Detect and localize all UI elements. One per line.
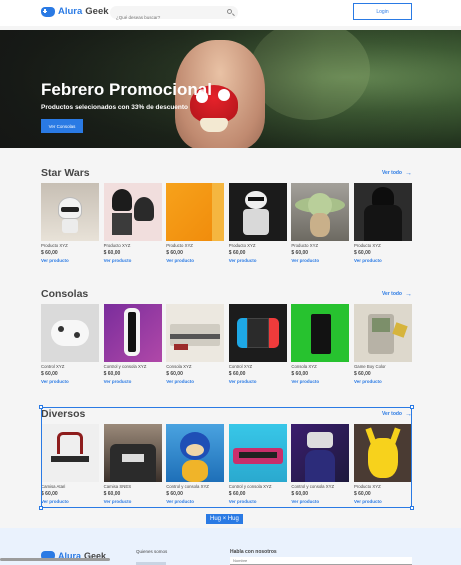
section-title: Star Wars bbox=[41, 167, 90, 179]
product-price: $ 60,00 bbox=[353, 250, 371, 256]
contact-title: Habla con nosotros bbox=[230, 549, 277, 555]
view-product-link[interactable]: Ver producto bbox=[229, 379, 287, 384]
search-input[interactable] bbox=[110, 11, 210, 24]
product-price: $ 60,00 bbox=[103, 371, 121, 377]
product-price: $ 60,00 bbox=[291, 250, 309, 256]
product-card[interactable]: Producto XYZ $ 60,00 Ver producto bbox=[228, 183, 287, 263]
resize-handle[interactable] bbox=[410, 506, 414, 510]
product-card[interactable]: Consola XYZ $ 60,00 Ver producto bbox=[166, 304, 225, 384]
section-title: Consolas bbox=[41, 288, 89, 300]
logo-text-alura: Alura bbox=[58, 6, 83, 17]
see-all-label: Ver todo bbox=[381, 170, 402, 176]
see-all-label: Ver todo bbox=[381, 291, 402, 297]
product-image bbox=[103, 304, 162, 362]
view-product-link[interactable]: Ver producto bbox=[41, 379, 99, 384]
resize-handle[interactable] bbox=[410, 405, 414, 409]
product-card[interactable]: Consola XYZ $ 60,00 Ver producto bbox=[291, 304, 350, 384]
search-bar bbox=[110, 6, 238, 24]
product-image bbox=[291, 304, 350, 362]
resize-handle[interactable] bbox=[39, 405, 43, 409]
product-price: $ 60,00 bbox=[228, 371, 246, 377]
search-icon[interactable] bbox=[227, 9, 232, 14]
login-button[interactable]: Login bbox=[353, 3, 412, 20]
product-image bbox=[166, 304, 225, 362]
product-card[interactable]: Producto XYZ $ 60,00 Ver producto bbox=[41, 183, 99, 263]
view-product-link[interactable]: Ver producto bbox=[104, 379, 162, 384]
ver-consolas-button[interactable]: Ver Consolas bbox=[41, 119, 83, 133]
section-consolas: Consolas Ver todo → Control XYZ $ 60,00 V… bbox=[41, 288, 412, 396]
product-name: Control XYZ bbox=[228, 364, 253, 369]
view-product-link[interactable]: Ver producto bbox=[229, 258, 287, 263]
horizontal-scrollbar[interactable] bbox=[0, 558, 110, 561]
product-name: Producto XYZ bbox=[291, 243, 319, 248]
selection-frame[interactable] bbox=[39, 405, 414, 510]
gamepad-icon bbox=[41, 6, 55, 17]
product-card[interactable]: Control y consola XYZ $ 60,00 Ver produc… bbox=[103, 304, 162, 384]
product-card[interactable]: Game Boy Color $ 60,00 Ver producto bbox=[353, 304, 412, 384]
view-product-link[interactable]: Ver producto bbox=[166, 258, 224, 263]
product-image bbox=[353, 304, 412, 362]
see-all-link[interactable]: Ver todo → bbox=[381, 290, 412, 298]
product-name: Producto XYZ bbox=[353, 243, 381, 248]
product-price: $ 60,00 bbox=[228, 250, 246, 256]
arrow-right-icon: → bbox=[405, 169, 412, 177]
section-star-wars: Star Wars Ver todo → Producto XYZ $ 60,00… bbox=[41, 167, 412, 275]
site-header: Alura Geek Login bbox=[0, 0, 461, 26]
product-price: $ 60,00 bbox=[353, 371, 371, 377]
product-image bbox=[353, 183, 412, 241]
product-image bbox=[166, 183, 225, 241]
product-image bbox=[291, 183, 350, 241]
product-image bbox=[228, 183, 287, 241]
product-name: Consola XYZ bbox=[166, 364, 192, 369]
arrow-right-icon: → bbox=[405, 290, 412, 298]
hug-size-badge: Hug × Hug bbox=[206, 514, 243, 524]
product-grid: Control XYZ $ 60,00 Ver producto Control… bbox=[41, 304, 412, 384]
view-product-link[interactable]: Ver producto bbox=[41, 258, 99, 263]
product-price: $ 60,00 bbox=[41, 250, 58, 256]
product-name: Producto XYZ bbox=[103, 243, 131, 248]
hero-subtitle: Productos selecionados con 33% de descue… bbox=[41, 104, 189, 111]
product-name: Producto XYZ bbox=[41, 243, 68, 248]
view-product-link[interactable]: Ver producto bbox=[166, 379, 224, 384]
product-image bbox=[228, 304, 287, 362]
view-product-link[interactable]: Ver producto bbox=[104, 258, 162, 263]
product-price: $ 60,00 bbox=[41, 371, 58, 377]
see-all-link[interactable]: Ver todo → bbox=[381, 169, 412, 177]
product-card[interactable]: Control XYZ $ 60,00 Ver producto bbox=[228, 304, 287, 384]
view-product-link[interactable]: Ver producto bbox=[291, 258, 349, 263]
product-name: Control XYZ bbox=[41, 364, 65, 369]
product-card[interactable]: Producto XYZ $ 60,00 Ver producto bbox=[353, 183, 412, 263]
mushroom-stem-image bbox=[200, 118, 228, 132]
product-card[interactable]: Producto XYZ $ 60,00 Ver producto bbox=[166, 183, 225, 263]
logo-text-geek: Geek bbox=[85, 6, 109, 17]
view-product-link[interactable]: Ver producto bbox=[354, 379, 412, 384]
product-price: $ 60,00 bbox=[291, 371, 309, 377]
product-price: $ 60,00 bbox=[103, 250, 121, 256]
product-price: $ 60,00 bbox=[166, 371, 183, 377]
view-product-link[interactable]: Ver producto bbox=[354, 258, 412, 263]
product-image bbox=[41, 183, 99, 241]
product-name: Consola XYZ bbox=[291, 364, 317, 369]
product-name: Control y consola XYZ bbox=[103, 364, 147, 369]
footer-menu-item[interactable]: Quienes somos bbox=[136, 549, 167, 554]
product-price: $ 60,00 bbox=[166, 250, 183, 256]
product-image bbox=[103, 183, 162, 241]
product-card[interactable]: Producto XYZ $ 60,00 Ver producto bbox=[291, 183, 350, 263]
product-name: Producto XYZ bbox=[228, 243, 256, 248]
site-logo[interactable]: Alura Geek bbox=[41, 6, 109, 17]
contact-name-input[interactable] bbox=[230, 557, 412, 565]
hero-title: Febrero Promocional bbox=[41, 80, 212, 99]
product-name: Producto XYZ bbox=[166, 243, 193, 248]
resize-handle[interactable] bbox=[39, 506, 43, 510]
view-product-link[interactable]: Ver producto bbox=[291, 379, 349, 384]
product-card[interactable]: Control XYZ $ 60,00 Ver producto bbox=[41, 304, 99, 384]
product-image bbox=[41, 304, 99, 362]
product-grid: Producto XYZ $ 60,00 Ver producto Produc… bbox=[41, 183, 412, 263]
product-card[interactable]: Producto XYZ $ 60,00 Ver producto bbox=[103, 183, 162, 263]
product-name: Game Boy Color bbox=[353, 364, 386, 369]
